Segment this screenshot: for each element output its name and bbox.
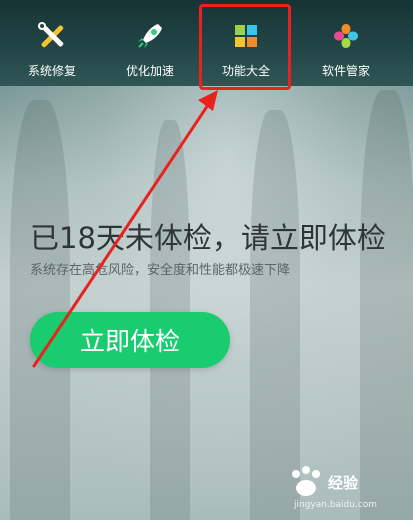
paw-logo-icon [292,466,320,496]
baidu-jingyan-watermark: 经验 jingyan.baidu.com [286,462,406,512]
watermark-url: jingyan.baidu.com [294,500,378,510]
watermark-brand: 经验 [328,474,359,492]
annotation-arrow [32,90,218,368]
